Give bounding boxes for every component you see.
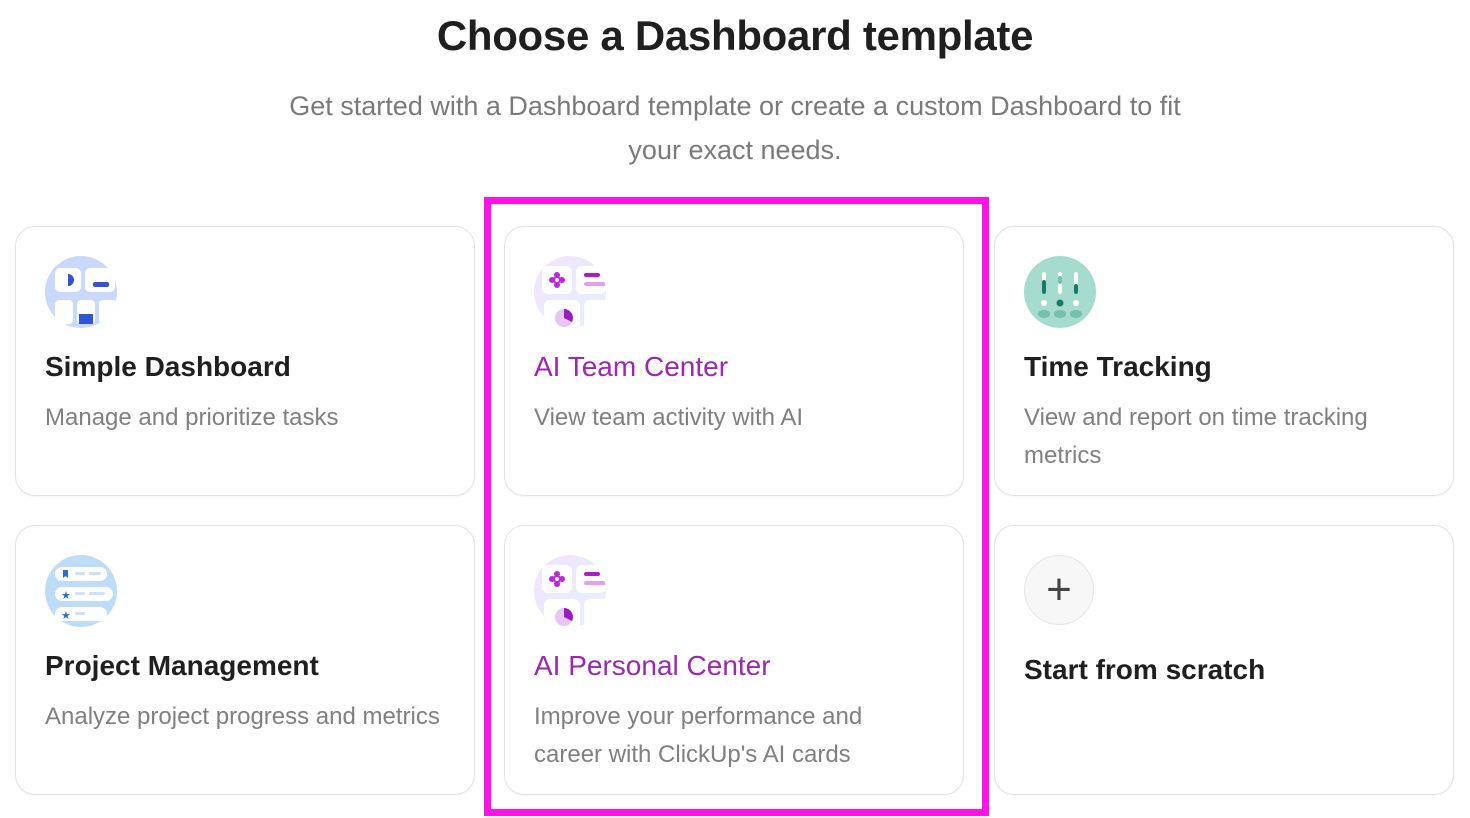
template-description: Analyze project progress and metrics xyxy=(45,703,440,730)
template-title: AI Personal Center xyxy=(534,650,771,681)
template-card-project-management[interactable]: ★ ★ Project Management Analyze project p… xyxy=(15,525,475,795)
template-title: Project Management xyxy=(45,650,319,681)
template-card-start-from-scratch[interactable]: + Start from scratch xyxy=(994,525,1454,795)
template-description: Manage and prioritize tasks xyxy=(45,404,339,431)
dashboard-template-picker: Choose a Dashboard template Get started … xyxy=(0,0,1470,818)
plus-icon: + xyxy=(1024,555,1094,625)
ai-team-center-icon xyxy=(534,256,606,328)
ai-personal-center-icon xyxy=(534,555,606,627)
template-card-simple-dashboard[interactable]: Simple Dashboard Manage and prioritize t… xyxy=(15,226,475,496)
template-description: View and report on time tracking metrics xyxy=(1024,404,1368,469)
template-card-ai-team-center[interactable]: AI Team Center View team activity with A… xyxy=(504,226,964,496)
project-management-icon: ★ ★ xyxy=(45,555,117,627)
page-title: Choose a Dashboard template xyxy=(436,12,1034,59)
template-description: View team activity with AI xyxy=(534,404,803,431)
template-description: Improve your performance and career with… xyxy=(534,703,863,768)
svg-text:★: ★ xyxy=(61,589,71,602)
time-tracking-icon xyxy=(1024,256,1096,328)
template-title: Start from scratch xyxy=(1024,654,1266,685)
page-subtitle: Get started with a Dashboard template or… xyxy=(289,91,1181,165)
simple-dashboard-icon xyxy=(45,256,117,328)
svg-text:★: ★ xyxy=(61,609,71,622)
template-title: Time Tracking xyxy=(1024,351,1212,382)
template-title: AI Team Center xyxy=(534,351,729,382)
template-card-ai-personal-center[interactable]: AI Personal Center Improve your performa… xyxy=(504,525,964,795)
template-title: Simple Dashboard xyxy=(45,351,291,382)
template-card-time-tracking[interactable]: Time Tracking View and report on time tr… xyxy=(994,226,1454,496)
